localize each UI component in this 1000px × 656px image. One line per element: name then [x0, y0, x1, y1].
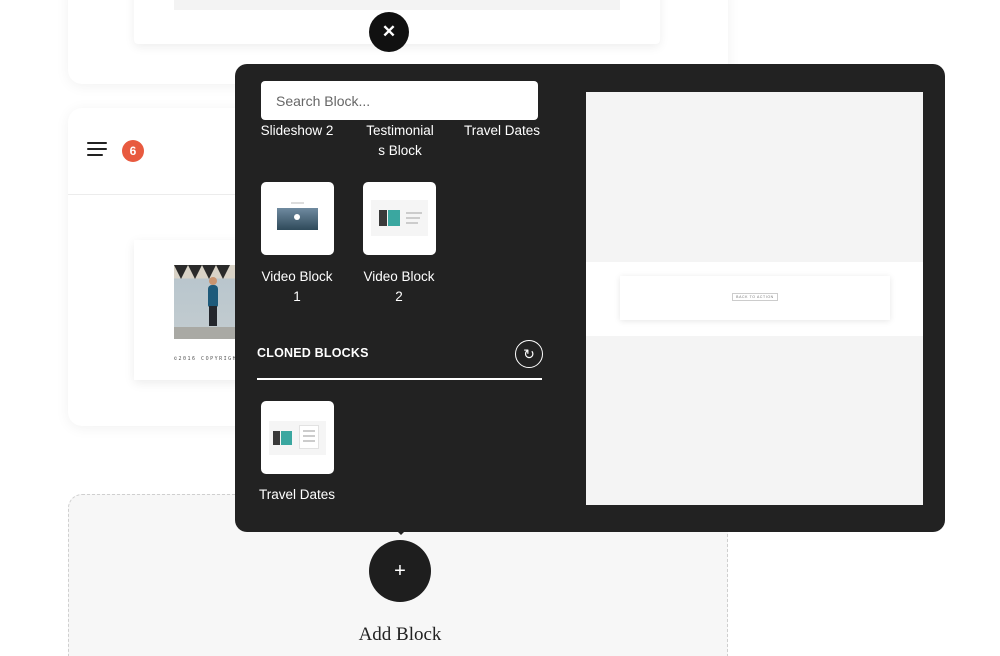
- preview-button: BACK TO ACTION: [732, 293, 778, 301]
- cloned-label-travel-dates[interactable]: Travel Dates: [253, 485, 341, 505]
- block-tile-video-1[interactable]: [261, 182, 334, 255]
- block-menu-icon[interactable]: [87, 142, 109, 158]
- block-preview-strip: [174, 0, 620, 10]
- block-label-slideshow-2[interactable]: Slideshow 2: [257, 121, 337, 141]
- refresh-icon[interactable]: ↻: [515, 340, 543, 368]
- add-block-label: Add Block: [358, 624, 442, 645]
- panel-pointer: [394, 528, 408, 535]
- block-tile-video-2[interactable]: [363, 182, 436, 255]
- add-block-button[interactable]: +: [369, 540, 431, 602]
- footer-photo: [174, 265, 236, 339]
- block-label-video-2[interactable]: Video Block 2: [359, 267, 439, 307]
- block-label-testimonials[interactable]: Testimonial s Block: [363, 121, 437, 161]
- footer-copyright: ©2016 COPYRIGHT: [174, 356, 242, 362]
- preview-box: BACK TO ACTION: [620, 276, 890, 320]
- block-picker-panel: Slideshow 2 Testimonial s Block Travel D…: [235, 64, 945, 532]
- block-label-travel-dates[interactable]: Travel Dates: [461, 121, 543, 141]
- cloned-blocks-heading: CLONED BLOCKS: [257, 346, 369, 360]
- block-label-video-1[interactable]: Video Block 1: [257, 267, 337, 307]
- cloned-tile-travel-dates[interactable]: [261, 401, 334, 474]
- close-icon[interactable]: ✕: [369, 12, 409, 52]
- preview-band: BACK TO ACTION: [586, 262, 923, 336]
- search-block-input[interactable]: [261, 81, 538, 120]
- section-divider: [257, 378, 542, 380]
- block-preview-pane: BACK TO ACTION: [586, 92, 923, 505]
- block-count-badge: 6: [122, 140, 144, 162]
